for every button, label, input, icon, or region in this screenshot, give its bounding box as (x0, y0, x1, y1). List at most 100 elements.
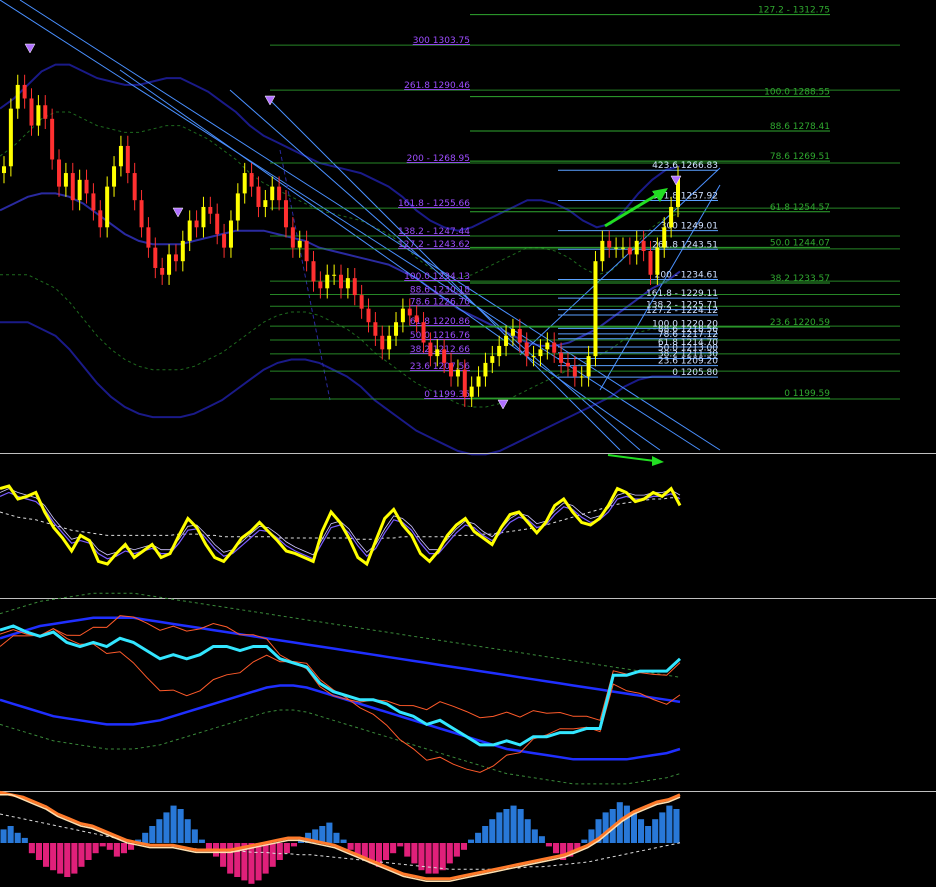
candle-body (228, 220, 233, 248)
candle-body (153, 247, 158, 268)
histogram-bar (184, 819, 191, 843)
candle-body (497, 345, 502, 357)
candle-body (98, 210, 103, 228)
candle-body (538, 349, 543, 357)
candle-body (173, 254, 178, 262)
histogram-bar (170, 805, 177, 843)
fib-left-label: 200 - 1268.95 (407, 154, 470, 164)
candle-body (352, 278, 357, 296)
histogram-bar (149, 826, 156, 843)
candle-body (345, 278, 350, 289)
histogram-bar (581, 839, 588, 843)
candle-body (483, 362, 488, 377)
fib-small-label: 127.2 - 1224.12 (646, 306, 718, 316)
histogram-bar (113, 843, 120, 857)
histogram-bar (326, 822, 333, 843)
histogram-bar (538, 836, 545, 843)
histogram-bar (460, 843, 467, 850)
candle-body (304, 240, 309, 262)
candle-body (339, 274, 343, 289)
fib-right-label: 88.6 1278.41 (770, 122, 830, 132)
candle-body (290, 227, 295, 248)
histogram-bar (645, 826, 652, 843)
channel-line (0, 0, 701, 451)
candle-body (607, 240, 612, 248)
candle-body (118, 145, 123, 167)
histogram-bar (92, 843, 99, 854)
histogram-bar (333, 832, 340, 843)
histogram-bar (623, 805, 630, 843)
candle-body (91, 193, 96, 211)
fib-right-label: 38.2 1233.57 (770, 274, 830, 284)
candle-body (318, 281, 323, 289)
fib-left-label: 300 1303.75 (413, 36, 470, 46)
histogram-bar (439, 843, 446, 871)
fib-left-label: 161.8 - 1255.66 (398, 199, 470, 209)
candle-body (586, 356, 591, 377)
fib-left-label: 61.8 1220.86 (410, 317, 470, 327)
candle-body (476, 376, 481, 387)
candle-body (249, 173, 254, 187)
candle-body (572, 366, 577, 377)
histogram-bar (340, 839, 347, 843)
candle-body (545, 342, 550, 350)
band-lower-line (0, 321, 680, 456)
histogram-bar (453, 843, 460, 857)
histogram-bar (496, 812, 503, 843)
histogram-bar (120, 843, 127, 854)
histogram-bar (156, 819, 163, 843)
candle-body (50, 118, 55, 160)
histogram-bar (99, 843, 106, 847)
histogram-bar (390, 843, 397, 854)
histogram-bar (517, 809, 524, 843)
candle-body (84, 179, 89, 194)
fib-left-label: 23.6 1207.56 (410, 362, 470, 372)
oscillator-pane (0, 454, 682, 567)
candle-body (641, 240, 646, 252)
candle-body (43, 105, 48, 119)
fib-small-label: 161.8 - 1229.11 (646, 289, 718, 299)
candle-body (29, 98, 34, 126)
price-pane: 300 1303.75 261.8 1290.46 200 - 1268.95 161… (0, 0, 900, 456)
histogram-bar (602, 812, 609, 843)
candle-body (125, 145, 130, 174)
candle-body (387, 335, 392, 350)
histogram-bar (503, 809, 510, 843)
candle-body (235, 193, 240, 221)
histogram-bar (524, 819, 531, 843)
candle-body (57, 159, 62, 187)
fractal-marker (497, 399, 509, 410)
fib-left-label: 127.2 - 1243.62 (398, 240, 470, 250)
candles (2, 74, 680, 407)
candle-body (15, 84, 20, 109)
histogram-bar (35, 843, 42, 860)
candle-body (22, 84, 27, 99)
histogram-bar (198, 839, 205, 843)
trend-arrow (604, 191, 661, 228)
candle-body (325, 274, 330, 289)
bi-outer-upper-line (0, 592, 681, 678)
histogram-bar (446, 843, 453, 864)
histogram-bar (666, 805, 673, 843)
histogram-ma-line (0, 813, 681, 870)
oscillator-main-line (0, 484, 682, 567)
candle-body (414, 315, 419, 323)
histogram-bar (510, 805, 517, 843)
histogram-bar (191, 829, 198, 843)
candle-body (311, 261, 316, 282)
candle-body (579, 376, 584, 378)
histogram-bar (142, 832, 149, 843)
histogram-bar (71, 843, 78, 874)
candle-body (552, 342, 557, 353)
candle-body (283, 200, 288, 228)
fib-small-label: 200 - 1234.61 (655, 270, 718, 280)
candle-body (620, 247, 625, 249)
fib-small-label: 0 1205.80 (672, 368, 718, 378)
fib-left-label: 78.6 1226.70 (410, 297, 470, 307)
histogram-bar (50, 843, 57, 871)
candle-body (215, 213, 220, 235)
histogram-bar (43, 843, 50, 867)
candle-body (669, 206, 674, 228)
candle-body (490, 356, 495, 363)
candle-body (442, 349, 447, 363)
